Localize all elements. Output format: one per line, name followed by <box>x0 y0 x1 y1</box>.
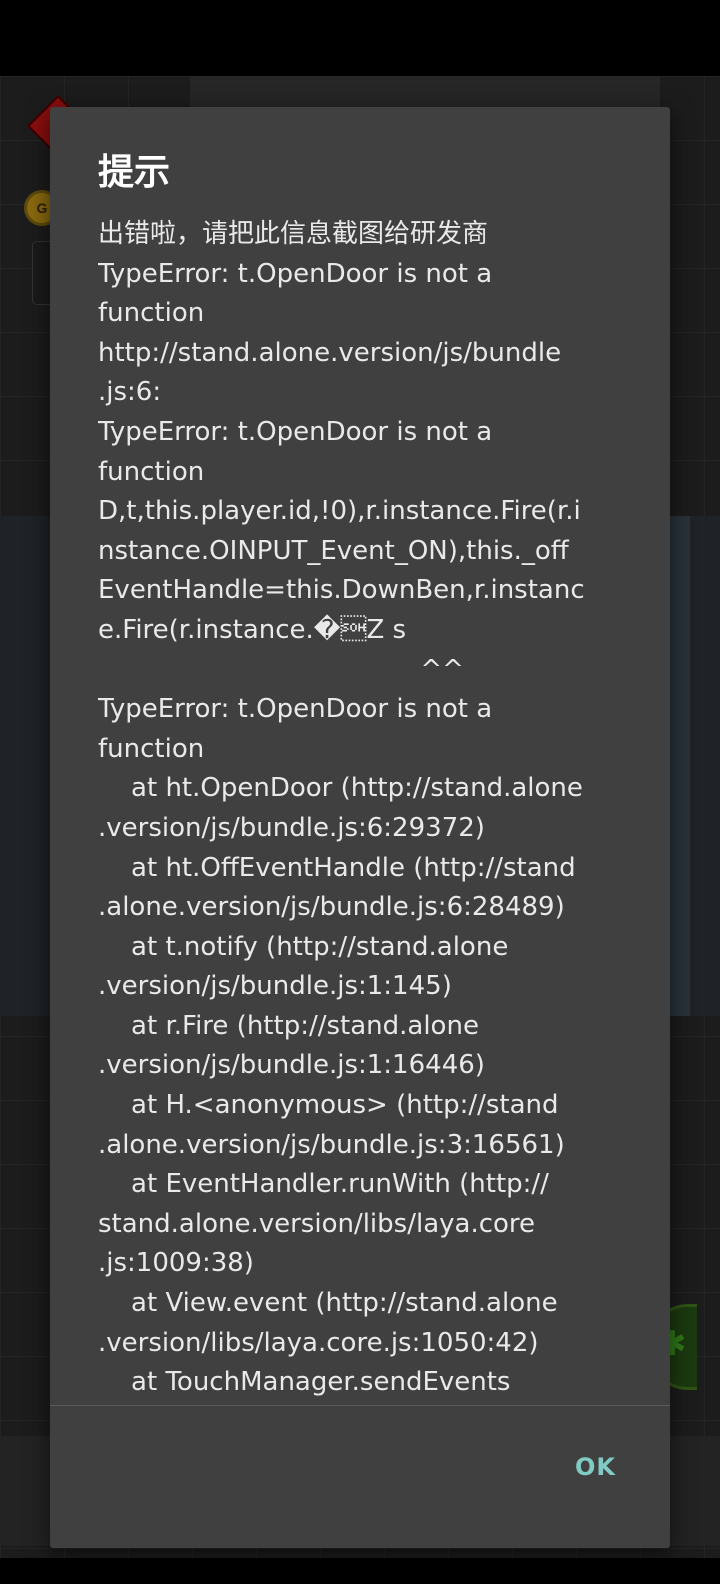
message-line: EventHandle=this.DownBen,r.instanc <box>98 575 585 606</box>
message-line: at H.<anonymous> (http://stand <box>98 1090 559 1121</box>
message-line: http://stand.alone.version/js/bundle <box>98 337 562 368</box>
error-dialog: 提示 出错啦，请把此信息截图给研发商 TypeError: t.OpenDoor … <box>50 107 670 1548</box>
message-line: .version/js/bundle.js:6:29372) <box>98 812 485 843</box>
message-line: (http://stand.alone.version/libs/laya <box>98 1403 630 1404</box>
message-line: .alone.version/js/bundle.js:6:28489) <box>98 892 565 923</box>
ok-button[interactable]: OK <box>569 1445 622 1489</box>
message-line: TypeError: t.OpenDoor is not a <box>98 694 493 725</box>
error-message[interactable]: 出错啦，请把此信息截图给研发商 TypeError: t.OpenDoor is … <box>98 215 630 1404</box>
message-line: function <box>98 456 205 487</box>
message-line: at TouchManager.sendEvents <box>98 1367 511 1398</box>
message-line: .version/js/bundle.js:1:145) <box>98 971 452 1002</box>
message-line: at EventHandler.runWith (http:// <box>98 1169 549 1200</box>
message-line: 出错啦，请把此信息截图给研发商 <box>98 219 489 249</box>
message-line: nstance.OINPUT_Event_ON),this._off <box>98 535 569 566</box>
message-line: .version/libs/laya.core.js:1050:42) <box>98 1327 539 1358</box>
dialog-title: 提示 <box>98 152 171 193</box>
message-line: at r.Fire (http://stand.alone <box>98 1010 479 1041</box>
message-line: TypeError: t.OpenDoor is not a <box>98 258 493 289</box>
divider <box>50 1405 670 1406</box>
message-line: .js:6: <box>98 377 162 408</box>
message-line: function <box>98 733 205 764</box>
message-line: ^^ <box>98 654 464 685</box>
message-line: function <box>98 298 205 329</box>
message-line: .alone.version/js/bundle.js:3:16561) <box>98 1129 565 1160</box>
message-line: stand.alone.version/libs/laya.core <box>98 1208 536 1239</box>
message-line: at ht.OpenDoor (http://stand.alone <box>98 773 583 804</box>
message-line: at ht.OffEventHandle (http://stand <box>98 852 576 883</box>
message-line: at View.event (http://stand.alone <box>98 1288 558 1319</box>
message-line: D,t,this.player.id,!0),r.instance.Fire(r… <box>98 496 581 527</box>
message-line: .js:1009:38) <box>98 1248 254 1279</box>
message-line: TypeError: t.OpenDoor is not a <box>98 416 493 447</box>
message-line: e.Fire(r.instance.�Z s <box>98 614 407 645</box>
message-line: .version/js/bundle.js:1:16446) <box>98 1050 485 1081</box>
message-line: at t.notify (http://stand.alone <box>98 931 509 962</box>
